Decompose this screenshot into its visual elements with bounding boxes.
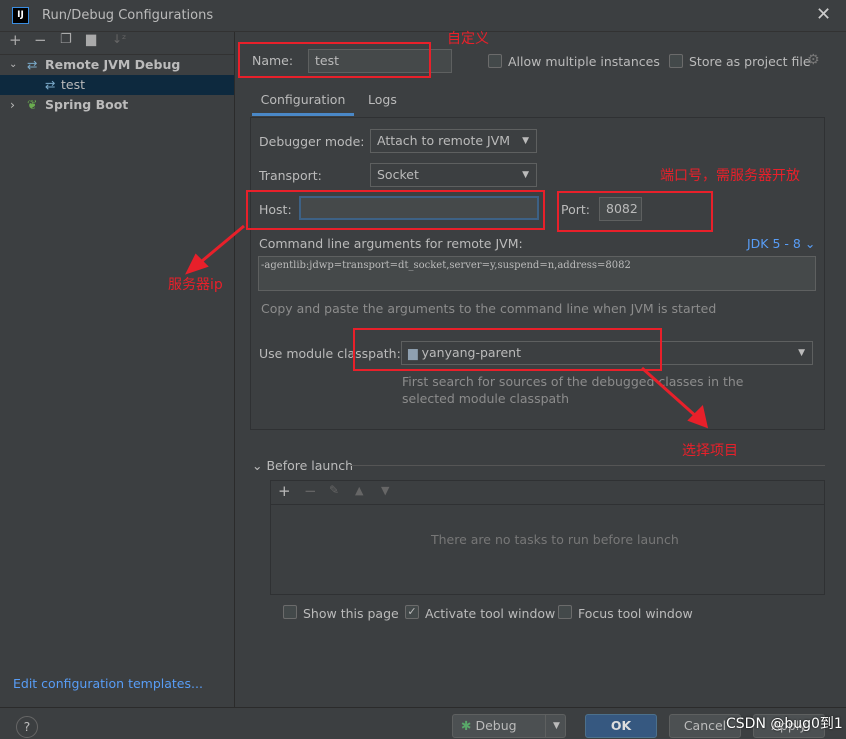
annotation-arrows [185, 224, 709, 429]
